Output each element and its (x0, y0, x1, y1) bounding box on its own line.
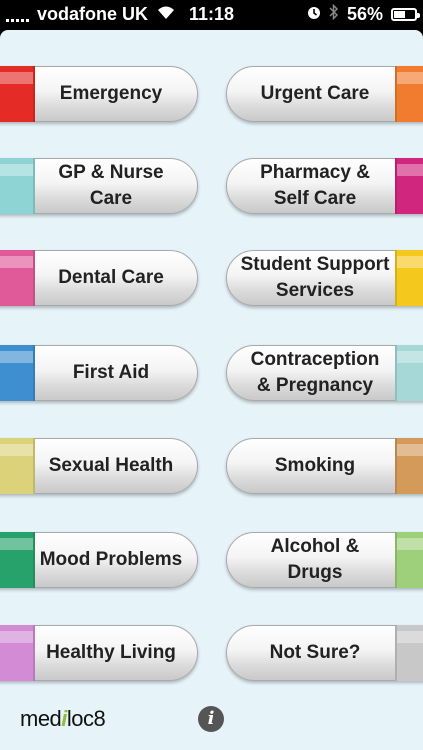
menu-button-first-aid[interactable]: First Aid (0, 345, 198, 401)
menu-button-label: Healthy Living (46, 642, 176, 663)
menu-button-label: Emergency (59, 83, 163, 104)
pill-color-cap (0, 625, 35, 681)
menu-button-smoking[interactable]: Smoking (226, 438, 423, 494)
pill-color-cap (395, 625, 423, 681)
pill-color-cap (395, 345, 423, 401)
menu-button-sexual-health[interactable]: Sexual Health (0, 438, 198, 494)
status-bar: vodafone UK 11:18 56% (0, 0, 423, 30)
menu-button-emergency[interactable]: Emergency (0, 66, 198, 122)
pill-color-cap (395, 250, 423, 306)
menu-button-label: Contraception & Pregnancy (250, 349, 380, 396)
battery-percent: 56% (346, 4, 383, 24)
menu-button-mood-problems[interactable]: Mood Problems (0, 532, 198, 588)
main-menu: Emergency GP & Nurse Care Dental Care First… (0, 30, 423, 750)
menu-button-label: Mood Problems (39, 549, 183, 570)
menu-button-gp-nurse-care[interactable]: GP & Nurse Care (0, 158, 198, 214)
menu-button-urgent-care[interactable]: Urgent Care (226, 66, 423, 122)
menu-button-label: Alcohol & Drugs (270, 536, 360, 583)
pill-color-cap (0, 345, 35, 401)
menu-button-student-support-services[interactable]: Student Support Services (226, 250, 423, 306)
menu-button-label: Urgent Care (260, 83, 370, 104)
battery-charging-icon (391, 8, 420, 21)
menu-button-not-sure[interactable]: Not Sure? (226, 625, 423, 681)
menu-button-dental-care[interactable]: Dental Care (0, 250, 198, 306)
bluetooth-icon (329, 3, 339, 25)
menu-button-label: Student Support Services (240, 254, 390, 301)
menu-button-contraception-pregnancy[interactable]: Contraception & Pregnancy (226, 345, 423, 401)
menu-button-alcohol-drugs[interactable]: Alcohol & Drugs (226, 532, 423, 588)
menu-button-label: GP & Nurse Care (58, 162, 164, 209)
mediloc8-logo: mediloc8 (20, 706, 106, 731)
pill-color-cap (0, 438, 35, 494)
pill-color-cap (395, 532, 423, 588)
menu-button-label: First Aid (72, 362, 150, 383)
menu-button-healthy-living[interactable]: Healthy Living (0, 625, 198, 681)
menu-button-label: Dental Care (58, 267, 164, 288)
pill-color-cap (0, 66, 35, 122)
menu-button-label: Pharmacy & Self Care (260, 162, 370, 209)
info-icon[interactable]: i (198, 706, 224, 732)
pill-color-cap (0, 532, 35, 588)
menu-button-label: Smoking (274, 455, 356, 476)
pill-color-cap (0, 250, 35, 306)
pill-color-cap (395, 66, 423, 122)
menu-button-label: Sexual Health (48, 455, 174, 476)
pill-color-cap (395, 438, 423, 494)
menu-button-label: Not Sure? (269, 642, 361, 663)
clock-icon (307, 4, 321, 25)
pill-color-cap (395, 158, 423, 214)
menu-button-pharmacy-self-care[interactable]: Pharmacy & Self Care (226, 158, 423, 214)
pill-color-cap (0, 158, 35, 214)
